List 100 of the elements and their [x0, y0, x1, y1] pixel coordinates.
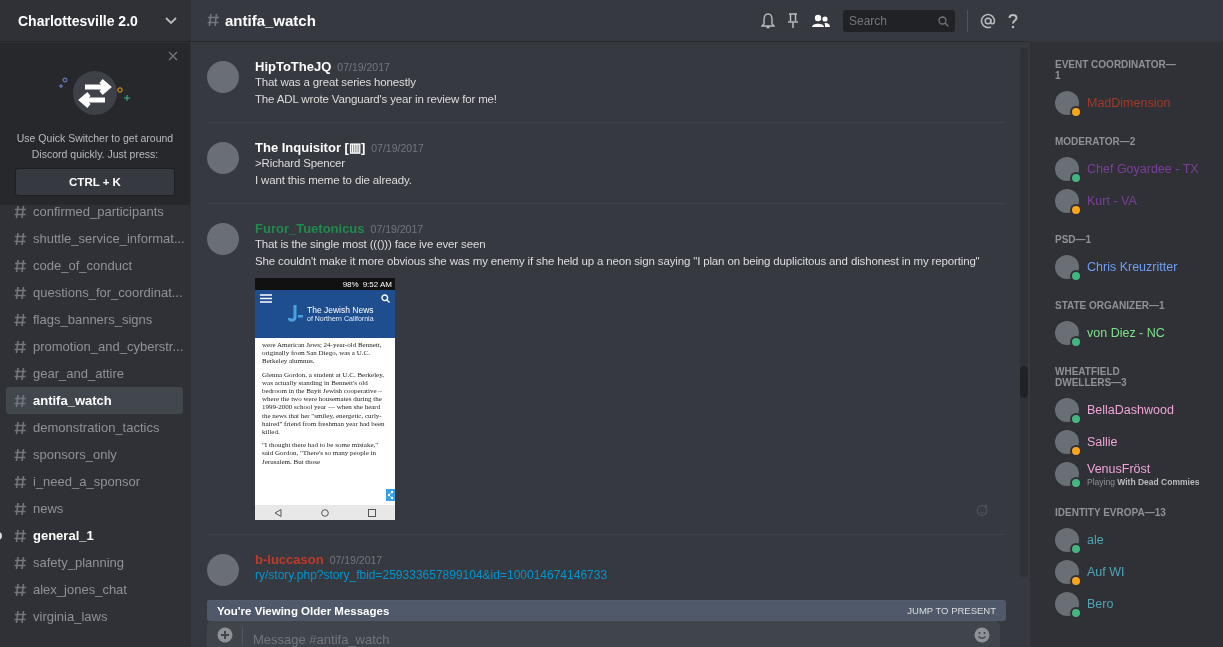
channel-title: antifa_watch [225, 12, 316, 29]
home-icon[interactable] [321, 508, 329, 517]
hash-icon [14, 474, 27, 489]
channel-item[interactable]: flags_banners_signs [6, 306, 183, 333]
message-text: That was a great series honestly [255, 75, 417, 90]
shortcut-button[interactable]: CTRL + K [15, 168, 175, 196]
hash-icon [14, 501, 27, 516]
channel-item[interactable]: demonstration_tactics [6, 414, 183, 441]
share-icon [386, 489, 395, 501]
member-name[interactable]: Auf WI [1087, 564, 1125, 580]
mention-icon[interactable] [980, 12, 996, 29]
back-icon[interactable] [274, 508, 283, 517]
avatar[interactable] [1055, 398, 1079, 422]
hash-icon [14, 231, 27, 246]
hash-icon [14, 258, 27, 273]
member-name[interactable]: von Diez - NC [1087, 325, 1165, 341]
author-name[interactable]: HipToTheJQ [255, 59, 332, 74]
author-name[interactable]: Furor_Tuetonicus [255, 221, 365, 236]
hash-icon [14, 528, 27, 543]
hash-icon [14, 285, 27, 300]
timestamp: 07/19/2017 [337, 61, 390, 73]
server-name: Charlottesville 2.0 [18, 12, 138, 29]
hash-icon [14, 555, 27, 570]
message-text: She couldn't make it more obvious she was my enemy if she held up a neon sign saying "I plan on being duplicitous and dishonest in my reporting" [255, 254, 980, 269]
avatar[interactable] [1055, 528, 1079, 552]
channel-item[interactable]: promotion_and_cyberstr... [6, 333, 183, 360]
hash-icon [14, 312, 27, 327]
battery-level: 98% [342, 279, 359, 289]
channel-item[interactable]: general_1 [6, 522, 183, 549]
timestamp: 07/19/2017 [329, 554, 383, 566]
bell-icon[interactable] [761, 12, 775, 29]
role-header: MODERATOR—2 [1055, 136, 1137, 147]
channel-item[interactable]: virginia_laws [6, 603, 183, 630]
avatar[interactable] [1055, 560, 1079, 584]
site-title: The Jewish News [307, 304, 374, 315]
role-header: PSD—1 [1055, 234, 1093, 245]
search-icon [938, 15, 949, 27]
timestamp: 07/19/2017 [371, 142, 424, 154]
member-name[interactable]: Bero [1087, 596, 1114, 612]
scrollbar[interactable] [1020, 48, 1028, 577]
avatar[interactable] [1055, 189, 1079, 213]
avatar[interactable] [1055, 462, 1079, 486]
older-messages-notice: You're Viewing Older Messages [217, 604, 390, 617]
hash-icon [14, 393, 27, 408]
role-header: STATE ORGANIZER—1 [1055, 300, 1166, 311]
channel-item[interactable]: safety_planning [6, 549, 183, 576]
help-icon[interactable] [1008, 12, 1018, 29]
avatar[interactable] [1055, 430, 1079, 454]
pin-icon[interactable] [787, 12, 799, 29]
channel-item[interactable]: news [6, 495, 183, 522]
hash-icon [14, 204, 27, 219]
channel-item[interactable]: antifa_watch [6, 387, 183, 414]
channel-item[interactable]: shuttle_service_informat... [6, 225, 183, 252]
screenshot-attachment[interactable] [255, 278, 395, 520]
message-text: The ADL wrote Vanguard's year in review for me! [255, 92, 497, 107]
hash-icon [14, 366, 27, 381]
avatar[interactable] [1055, 91, 1079, 115]
channel-item[interactable]: alex_jones_chat [6, 576, 183, 603]
hash-icon [14, 420, 27, 435]
message-text: That is the single most ((())) face ive ever seen [255, 237, 487, 252]
message-text: I want this meme to die already. [255, 173, 413, 188]
avatar[interactable] [1055, 321, 1079, 345]
channel-item[interactable]: questions_for_coordinat... [6, 279, 183, 306]
channel-item[interactable]: i_need_a_sponsor [6, 468, 183, 495]
member-activity: Playing With Dead Commies [1087, 476, 1200, 487]
member-name[interactable]: Sallie [1087, 434, 1118, 450]
member-name[interactable]: BellaDashwood [1087, 402, 1174, 418]
member-name[interactable]: Chris Kreuzritter [1087, 259, 1178, 275]
members-icon[interactable] [811, 13, 831, 28]
hash-icon [14, 582, 27, 597]
recents-icon[interactable] [367, 508, 376, 517]
close-icon[interactable] [168, 51, 178, 61]
author-name[interactable]: The Inquisitor [▥] [255, 140, 366, 155]
message-link[interactable]: ry/story.php?story_fbid=259333657899104&id=100014674146733 [255, 567, 608, 584]
channel-item[interactable]: code_of_conduct [6, 252, 183, 279]
hash-icon [14, 609, 27, 624]
avatar[interactable] [1055, 255, 1079, 279]
message-text: >Richard Spencer [255, 156, 346, 171]
channel-item[interactable]: sponsors_only [6, 441, 183, 468]
menu-icon [260, 294, 272, 303]
avatar[interactable] [1055, 592, 1079, 616]
plus-icon[interactable] [217, 627, 233, 643]
channel-item[interactable]: gear_and_attire [6, 360, 183, 387]
quick-switcher-hint: Use Quick Switcher to get around Discord quickly. Just press: [15, 131, 175, 162]
role-header: EVENT COORDINATOR—1 [1055, 59, 1177, 81]
timestamp: 07/19/2017 [370, 223, 424, 235]
hash-icon [14, 447, 27, 462]
member-name[interactable]: VenusFröst [1087, 461, 1200, 477]
emoji-icon[interactable] [974, 627, 990, 643]
member-name[interactable]: ale [1087, 532, 1104, 548]
channel-item[interactable]: confirmed_participants [6, 198, 183, 225]
search-icon [381, 294, 390, 303]
logo-icon [288, 303, 304, 323]
search-field[interactable]: Search [843, 9, 955, 32]
role-header: WHEATFIELD DWELLERS—3 [1055, 366, 1128, 388]
hash-icon [14, 339, 27, 354]
jump-to-present-link[interactable]: JUMP TO PRESENT [907, 605, 996, 616]
hash-icon [207, 12, 221, 29]
avatar[interactable] [1055, 157, 1079, 181]
chevron-down-icon[interactable] [165, 16, 177, 25]
